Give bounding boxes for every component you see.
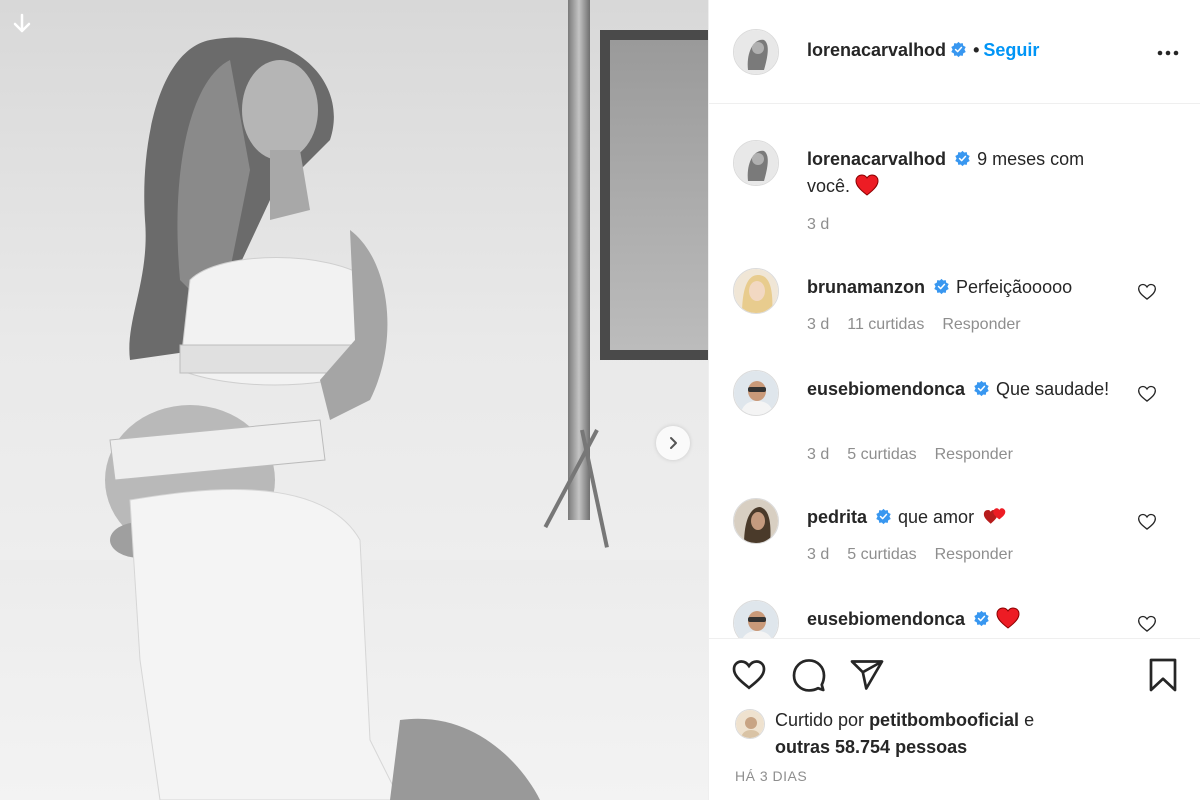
heart-outline-icon[interactable] bbox=[1137, 614, 1157, 634]
comment-time: 3 d bbox=[807, 446, 830, 463]
caption-body: lorenacarvalhod 9 meses com você. bbox=[807, 146, 1125, 200]
verified-badge-icon bbox=[934, 278, 949, 295]
red-heart-emoji-icon bbox=[996, 607, 1020, 629]
author-avatar[interactable] bbox=[733, 29, 779, 75]
separator-dot: • bbox=[973, 40, 980, 60]
heart-outline-icon[interactable] bbox=[1137, 282, 1157, 302]
follow-button[interactable]: Seguir bbox=[983, 40, 1039, 60]
verified-badge-icon bbox=[974, 610, 989, 627]
post-sidebar: lorenacarvalhod • Seguir lorenacarvalhod 9 … bbox=[708, 0, 1200, 800]
comment-text: que amor bbox=[898, 507, 975, 527]
comment-meta: 3 d 11 curtidas Responder bbox=[807, 316, 1039, 334]
post-timestamp[interactable]: HÁ 3 DIAS bbox=[735, 768, 807, 784]
comment-username[interactable]: eusebiomendonca bbox=[807, 379, 965, 399]
reply-button[interactable]: Responder bbox=[935, 546, 1013, 563]
reply-button[interactable]: Responder bbox=[935, 446, 1013, 463]
comment-username[interactable]: brunamanzon bbox=[807, 277, 925, 297]
commenter-avatar[interactable] bbox=[733, 268, 779, 314]
heart-outline-icon[interactable] bbox=[731, 657, 767, 693]
reply-button[interactable]: Responder bbox=[942, 316, 1020, 333]
caption-meta: 3 d bbox=[807, 216, 847, 234]
red-heart-emoji-icon bbox=[855, 174, 879, 196]
post-header: lorenacarvalhod • Seguir bbox=[709, 0, 1200, 104]
commenter-avatar[interactable] bbox=[733, 600, 779, 638]
chevron-right-icon bbox=[670, 437, 677, 449]
next-photo-button[interactable] bbox=[656, 426, 690, 460]
comment-likes[interactable]: 5 curtidas bbox=[847, 446, 916, 463]
commenter-avatar[interactable] bbox=[733, 370, 779, 416]
comment-likes[interactable]: 5 curtidas bbox=[847, 546, 916, 563]
comment-likes[interactable]: 11 curtidas bbox=[847, 316, 924, 333]
liked-by-connector: e bbox=[1024, 710, 1035, 730]
bookmark-icon[interactable] bbox=[1145, 657, 1181, 693]
comment-meta: 3 d 5 curtidas Responder bbox=[807, 446, 1031, 464]
verified-badge-icon bbox=[955, 150, 970, 167]
liked-by-others[interactable]: outras 58.754 pessoas bbox=[775, 737, 967, 757]
arrow-down-icon[interactable] bbox=[10, 12, 34, 36]
author-username[interactable]: lorenacarvalhod bbox=[807, 40, 946, 60]
comment-text: Perfeiçãooooo bbox=[956, 277, 1073, 297]
more-horizontal-icon[interactable] bbox=[1155, 40, 1181, 66]
liker-avatar[interactable] bbox=[735, 709, 765, 739]
verified-badge-icon bbox=[951, 41, 966, 58]
comment-meta: 3 d 5 curtidas Responder bbox=[807, 546, 1031, 564]
author-avatar[interactable] bbox=[733, 140, 779, 186]
comment-body: pedrita que amor bbox=[807, 504, 1125, 531]
comment-body: eusebiomendonca Que saudade! bbox=[807, 376, 1125, 403]
liked-by-summary: Curtido por petitbombooficial e outras 5… bbox=[775, 707, 1175, 761]
post-photo[interactable] bbox=[0, 0, 708, 800]
comment-body: eusebiomendonca bbox=[807, 606, 1125, 633]
paper-plane-icon[interactable] bbox=[849, 657, 885, 693]
caption-time: 3 d bbox=[807, 216, 830, 233]
liked-by-user[interactable]: petitbombooficial bbox=[869, 710, 1019, 730]
studio-panel-inner bbox=[610, 40, 708, 350]
comment-username[interactable]: pedrita bbox=[807, 507, 867, 527]
comment-username[interactable]: eusebiomendonca bbox=[807, 609, 965, 629]
caption-username[interactable]: lorenacarvalhod bbox=[807, 149, 946, 169]
heart-outline-icon[interactable] bbox=[1137, 512, 1157, 532]
verified-badge-icon bbox=[974, 380, 989, 397]
comment-time: 3 d bbox=[807, 546, 830, 563]
commenter-avatar[interactable] bbox=[733, 498, 779, 544]
comments-list[interactable]: lorenacarvalhod 9 meses com você. 3 d bru… bbox=[709, 104, 1200, 638]
liked-by-prefix: Curtido por bbox=[775, 710, 865, 730]
comment-text: Que saudade! bbox=[996, 379, 1110, 399]
comment-body: brunamanzon Perfeiçãooooo bbox=[807, 274, 1125, 301]
heart-outline-icon[interactable] bbox=[1137, 384, 1157, 404]
pregnant-woman-figure bbox=[105, 37, 540, 800]
two-hearts-emoji-icon bbox=[983, 508, 1006, 524]
verified-badge-icon bbox=[876, 508, 891, 525]
comment-time: 3 d bbox=[807, 316, 830, 333]
comment-bubble-icon[interactable] bbox=[791, 657, 827, 693]
